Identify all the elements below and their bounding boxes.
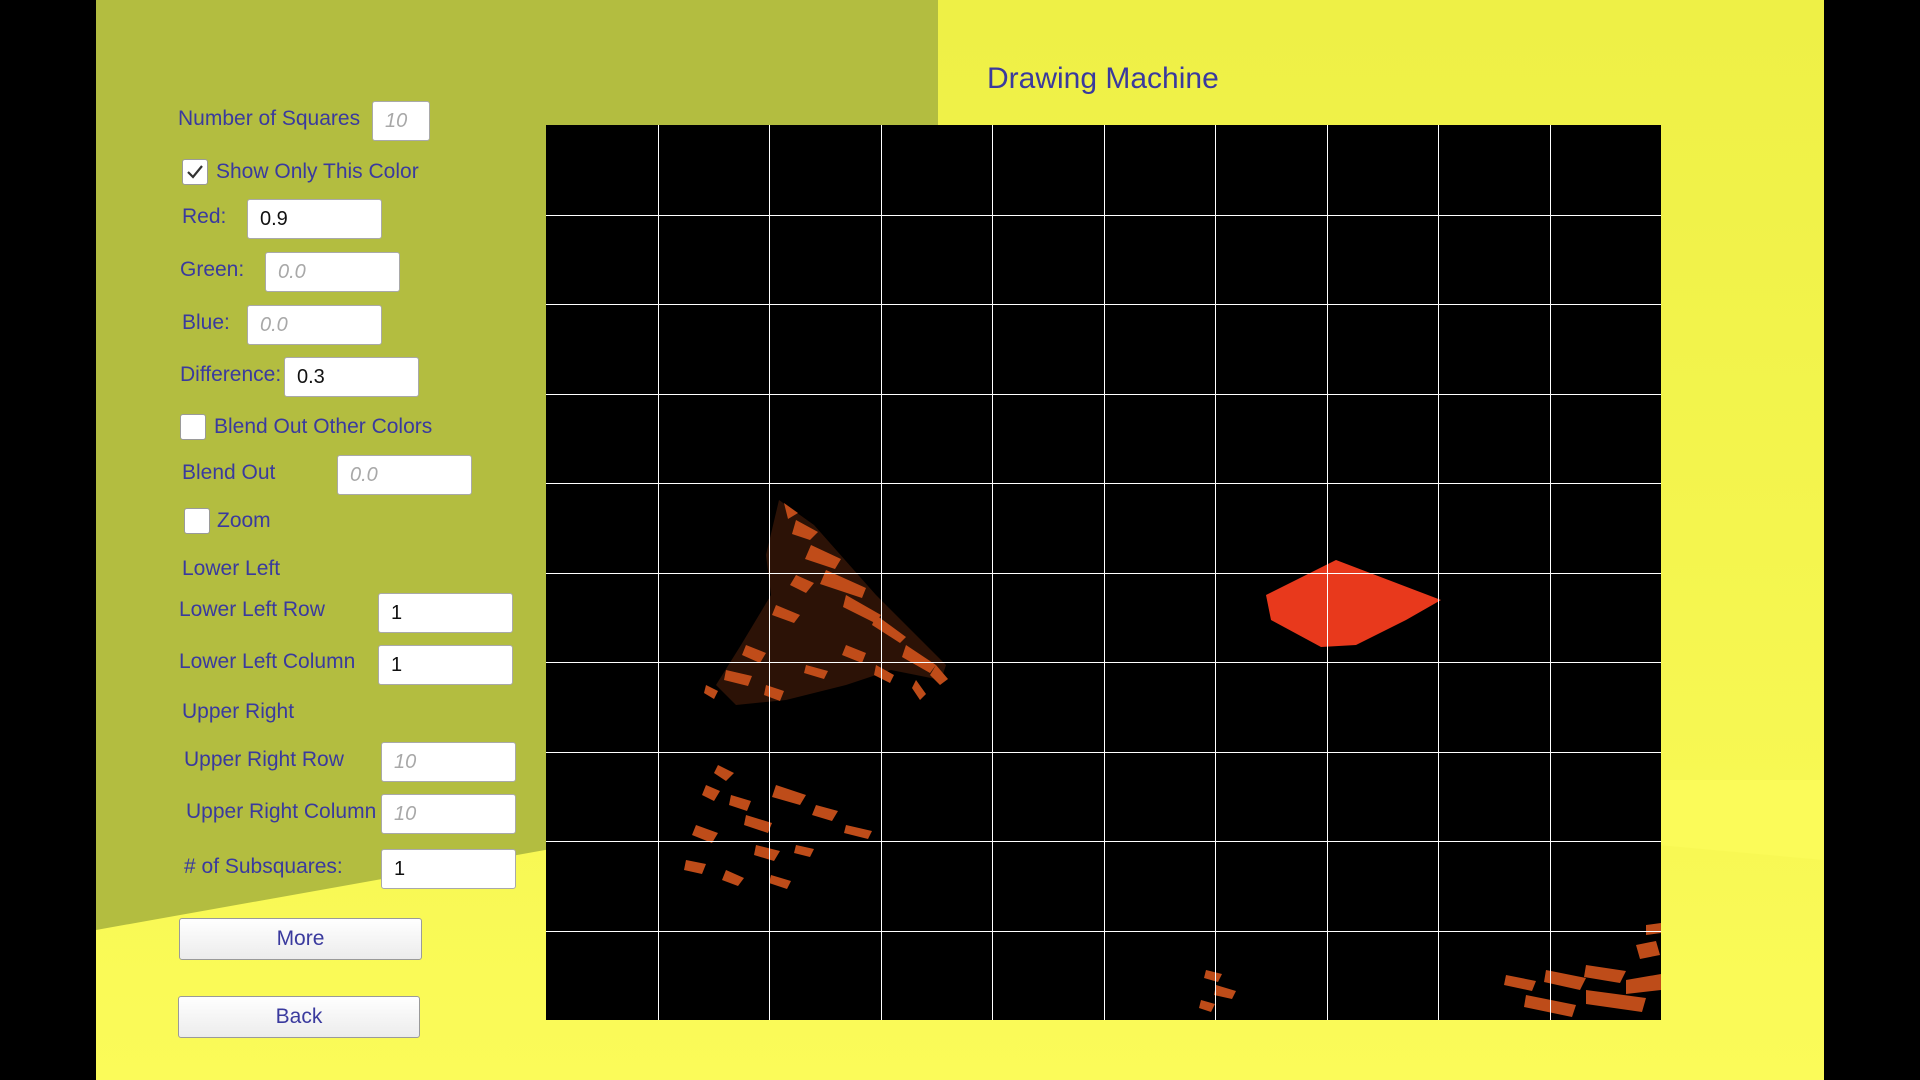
blue-label: Blue: <box>182 311 230 334</box>
blue-input[interactable] <box>247 305 382 345</box>
blend-out-label: Blend Out <box>182 461 276 484</box>
subsquares-input[interactable] <box>381 849 516 889</box>
upper-right-heading: Upper Right <box>182 700 295 723</box>
lower-left-row-input[interactable] <box>378 593 513 633</box>
checkmark-icon <box>187 165 203 179</box>
canvas-art <box>546 125 1661 1020</box>
green-input[interactable] <box>265 252 400 292</box>
back-button[interactable]: Back <box>178 996 420 1038</box>
upper-right-row-input[interactable] <box>381 742 516 782</box>
more-button[interactable]: More <box>179 918 422 960</box>
app-window: Drawing Machine Number of Squares Show O… <box>96 0 1824 1080</box>
number-of-squares-input[interactable] <box>372 101 430 141</box>
orange-highlight-shapes <box>684 500 1661 1017</box>
green-label: Green: <box>180 258 245 281</box>
red-label: Red: <box>182 205 227 228</box>
zoom-label: Zoom <box>217 509 271 532</box>
blend-out-input[interactable] <box>337 455 472 495</box>
zoom-checkbox[interactable] <box>184 508 210 534</box>
blend-out-other-colors-checkbox[interactable] <box>180 414 206 440</box>
screen: Drawing Machine Number of Squares Show O… <box>0 0 1920 1080</box>
blend-out-other-colors-label: Blend Out Other Colors <box>214 415 433 438</box>
subsquares-label: # of Subsquares: <box>184 855 343 878</box>
lower-left-heading: Lower Left <box>182 557 281 580</box>
canvas-grid <box>546 125 1661 1020</box>
red-input[interactable] <box>247 199 382 239</box>
drawing-canvas[interactable] <box>546 125 1661 1020</box>
difference-label: Difference: <box>180 363 282 386</box>
number-of-squares-label: Number of Squares <box>178 107 361 130</box>
lower-left-column-label: Lower Left Column <box>179 650 356 673</box>
difference-input[interactable] <box>284 357 419 397</box>
upper-right-column-label: Upper Right Column <box>186 800 377 823</box>
lower-left-column-input[interactable] <box>378 645 513 685</box>
lower-left-row-label: Lower Left Row <box>179 598 325 621</box>
show-only-color-checkbox[interactable] <box>182 159 208 185</box>
page-title: Drawing Machine <box>987 62 1219 95</box>
upper-right-row-label: Upper Right Row <box>184 748 344 771</box>
upper-right-column-input[interactable] <box>381 794 516 834</box>
show-only-color-label: Show Only This Color <box>216 160 419 183</box>
